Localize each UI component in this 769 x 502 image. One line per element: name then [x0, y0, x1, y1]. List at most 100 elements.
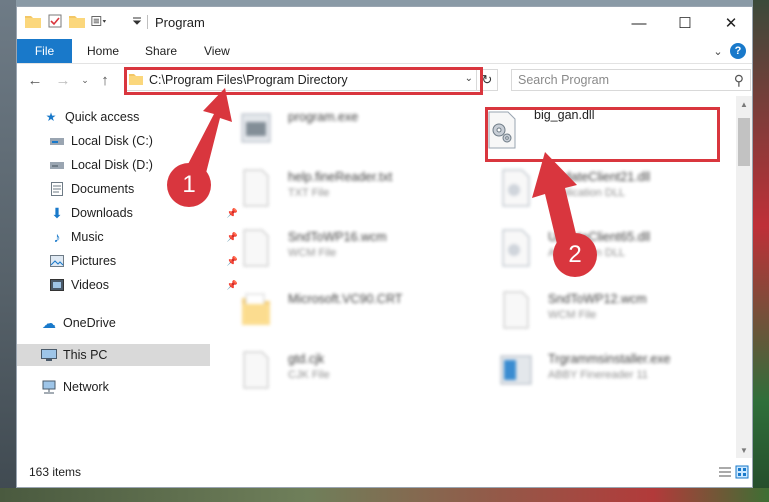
properties-icon[interactable]: [47, 13, 63, 29]
file-name: big_gan.dll: [534, 108, 595, 122]
sidebar-item-label: Local Disk (D:): [71, 158, 153, 172]
file-icon: [243, 351, 269, 389]
tab-share[interactable]: Share: [145, 39, 177, 63]
sidebar-item-downloads[interactable]: ⬇ Downloads 📌: [17, 202, 242, 224]
customize-quick-access-icon[interactable]: [91, 13, 107, 29]
title-separator: [147, 15, 148, 29]
sidebar-item-onedrive[interactable]: ☁ OneDrive: [17, 312, 234, 334]
sidebar-item-quick-access[interactable]: ★ Quick access: [17, 106, 236, 128]
sidebar-item-music[interactable]: ♪ Music 📌: [17, 226, 242, 248]
close-button[interactable]: ✕: [708, 7, 754, 39]
file-name: help.fineReader.txt: [288, 170, 393, 184]
title-bar: Program — ☐ ✕: [17, 7, 752, 39]
sidebar-item-label: Network: [63, 380, 109, 394]
music-icon: ♪: [53, 229, 61, 245]
file-item[interactable]: UpdateClient65.dll Application DLL: [500, 224, 740, 282]
address-bar[interactable]: C:\Program Files\Program Directory ⌄ ↻: [124, 69, 498, 91]
folder-icon: [129, 74, 143, 85]
file-item[interactable]: UpdateClient21.dll Application DLL: [500, 164, 740, 222]
dll-gear-icon: [502, 229, 530, 267]
new-folder-icon[interactable]: [69, 13, 85, 29]
file-type: Application DLL: [548, 187, 626, 199]
back-arrow-icon[interactable]: ←: [25, 70, 45, 90]
videos-icon: [49, 277, 65, 293]
search-input[interactable]: Search Program: [518, 73, 609, 87]
address-dropdown-icon[interactable]: ⌄: [465, 73, 473, 84]
forward-arrow-icon[interactable]: →: [53, 70, 73, 90]
dll-gear-icon: [488, 111, 516, 149]
sidebar-item-label: This PC: [63, 348, 108, 362]
file-item[interactable]: SndToWP16.wcm WCM File: [240, 224, 480, 282]
status-bar: 163 items: [17, 457, 752, 487]
step-marker-1: 1: [167, 163, 211, 207]
sidebar-item-network[interactable]: Network: [17, 376, 234, 398]
sidebar-item-local-disk-c[interactable]: Local Disk (C:): [17, 130, 242, 152]
file-name: SndToWP16.wcm: [288, 230, 387, 244]
ribbon-tabs: File Home Share View ⌄ ?: [17, 39, 752, 64]
tab-home[interactable]: Home: [87, 39, 119, 63]
scroll-thumb[interactable]: [738, 118, 750, 166]
sidebar-item-label: Downloads: [71, 206, 133, 220]
sidebar-item-local-disk-d[interactable]: Local Disk (D:): [17, 154, 242, 176]
file-item[interactable]: program.exe: [240, 104, 480, 162]
sidebar-item-pictures[interactable]: Pictures 📌: [17, 250, 242, 272]
folder-icon: [25, 13, 41, 29]
sidebar-item-label: Documents: [71, 182, 135, 196]
vertical-scrollbar[interactable]: ▲ ▼: [736, 96, 752, 458]
file-type: TXT File: [288, 187, 330, 199]
window-title: Program: [155, 15, 205, 30]
file-item[interactable]: SndToWP12.wcm WCM File: [500, 286, 740, 344]
file-name: gtd.cjk: [288, 352, 325, 366]
sidebar-item-this-pc[interactable]: This PC: [17, 344, 210, 366]
download-icon: ⬇: [51, 204, 63, 221]
expand-ribbon-icon[interactable]: ⌄: [710, 43, 726, 59]
details-view-icon[interactable]: [718, 465, 732, 479]
exe-file-icon: [241, 113, 271, 143]
documents-icon: [49, 181, 65, 197]
item-count: 163 items: [29, 465, 82, 479]
file-icon: [503, 291, 529, 329]
computer-icon: [41, 347, 57, 363]
pictures-icon: [49, 253, 65, 269]
search-box[interactable]: Search Program ⚲: [511, 69, 751, 91]
file-item[interactable]: gtd.cjk CJK File: [240, 346, 480, 404]
drive-icon: [49, 157, 65, 173]
help-button[interactable]: ?: [730, 43, 746, 59]
text-file-icon: [243, 169, 269, 207]
explorer-window: Program — ☐ ✕ File Home Share View ⌄ ? ←…: [16, 6, 753, 488]
file-item[interactable]: help.fineReader.txt TXT File: [240, 164, 480, 222]
file-icon: [243, 229, 269, 267]
up-arrow-icon[interactable]: ↑: [95, 70, 115, 90]
dll-gear-icon: [502, 169, 530, 207]
sidebar-item-label: Pictures: [71, 254, 117, 268]
file-item[interactable]: Trgrammsinstaller.exe ABBY Finereader 11: [500, 346, 740, 404]
refresh-icon[interactable]: ↻: [476, 70, 497, 90]
tab-file[interactable]: File: [17, 39, 72, 63]
sidebar-item-label: Music: [71, 230, 104, 244]
file-type: ABBY Finereader 11: [548, 369, 648, 381]
file-item[interactable]: Microsoft.VC90.CRT: [240, 286, 480, 344]
search-icon[interactable]: ⚲: [734, 72, 744, 89]
minimize-button[interactable]: —: [616, 7, 662, 39]
cloud-icon: ☁: [42, 314, 56, 331]
step-marker-2: 2: [553, 233, 597, 277]
network-icon: [41, 379, 57, 395]
file-name: program.exe: [288, 110, 359, 124]
sidebar-item-videos[interactable]: Videos 📌: [17, 274, 242, 296]
navigation-bar: ← → ⌄ ↑ C:\Program Files\Program Directo…: [17, 64, 752, 96]
scroll-down-icon[interactable]: ▼: [736, 442, 752, 458]
file-type: WCM File: [288, 247, 337, 259]
file-name: UpdateClient21.dll: [548, 170, 651, 184]
recent-locations-icon[interactable]: ⌄: [75, 70, 95, 90]
address-path: C:\Program Files\Program Directory: [149, 73, 348, 87]
scroll-up-icon[interactable]: ▲: [736, 96, 752, 112]
folder-icon: [242, 293, 270, 325]
desktop-background-left: [0, 0, 16, 502]
large-icons-view-icon[interactable]: [735, 465, 749, 479]
maximize-button[interactable]: ☐: [662, 7, 708, 39]
tab-view[interactable]: View: [204, 39, 230, 63]
dropdown-arrow-icon[interactable]: [129, 13, 145, 29]
star-icon: ★: [45, 110, 57, 124]
file-item-big-gan-dll[interactable]: big_gan.dll: [486, 106, 726, 164]
sidebar-item-label: OneDrive: [63, 316, 116, 330]
